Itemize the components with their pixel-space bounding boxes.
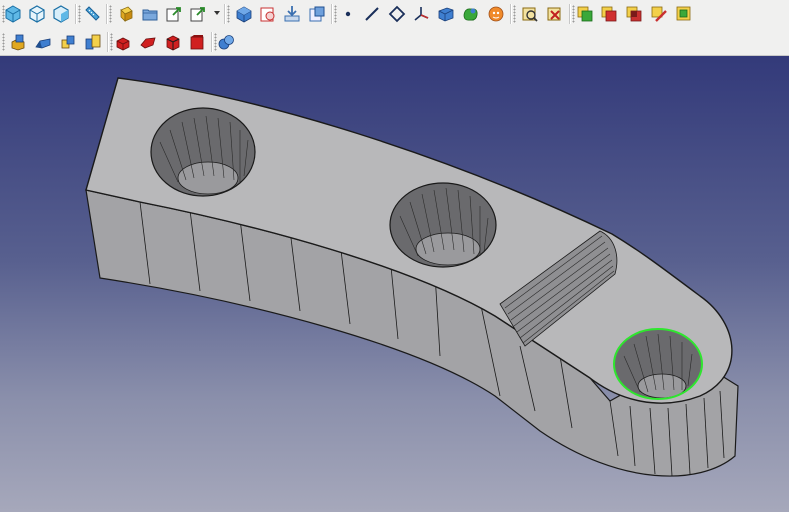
check-geometry-icon[interactable]: [520, 4, 540, 24]
open-folder-icon[interactable]: [140, 4, 160, 24]
make-face-icon[interactable]: [138, 32, 158, 52]
line-icon[interactable]: [362, 4, 382, 24]
sweep-icon[interactable]: [187, 32, 207, 52]
view-fit-all-icon[interactable]: [27, 4, 47, 24]
toolbar-area: [0, 0, 789, 56]
section-icon[interactable]: [649, 4, 669, 24]
hole-left[interactable]: [150, 107, 256, 197]
extrude-icon[interactable]: [8, 32, 28, 52]
sketch-icon[interactable]: [307, 4, 327, 24]
clear-icon[interactable]: [545, 4, 565, 24]
new-document-icon[interactable]: [115, 4, 135, 24]
cross-section-icon[interactable]: [674, 4, 694, 24]
loft-icon[interactable]: [163, 32, 183, 52]
toolbar-separator: [107, 32, 108, 52]
toolbar-grip[interactable]: [109, 5, 112, 23]
toolbar-separator: [510, 4, 511, 24]
toolbar-separator: [75, 4, 76, 24]
3d-viewport[interactable]: [0, 56, 789, 512]
toolbar-row-2: [0, 28, 789, 56]
toolbar-grip[interactable]: [334, 5, 337, 23]
send-to-icon[interactable]: [188, 4, 208, 24]
toolbar-separator: [569, 4, 570, 24]
view-isometric-icon[interactable]: [3, 4, 23, 24]
lock-icon[interactable]: [486, 4, 506, 24]
toolbar-grip[interactable]: [227, 5, 230, 23]
export-icon[interactable]: [164, 4, 184, 24]
hole-middle[interactable]: [389, 182, 497, 268]
part-design-icon[interactable]: [258, 4, 278, 24]
hole-end-selected[interactable]: [613, 328, 703, 400]
import-icon[interactable]: [282, 4, 302, 24]
mirror-icon[interactable]: [58, 32, 78, 52]
toolbar-separator: [106, 4, 107, 24]
toolbar-grip[interactable]: [78, 5, 81, 23]
face-icon[interactable]: [436, 4, 456, 24]
shape-icon[interactable]: [461, 4, 481, 24]
diamond-icon[interactable]: [387, 4, 407, 24]
toolbar-grip[interactable]: [513, 5, 516, 23]
chevron-down-icon[interactable]: [214, 11, 220, 15]
toolbar-row-1: [0, 0, 789, 28]
point-icon[interactable]: [338, 4, 358, 24]
toolbar-separator: [224, 4, 225, 24]
part-box-icon[interactable]: [234, 4, 254, 24]
compound-icon[interactable]: [216, 32, 236, 52]
fillet-icon[interactable]: [83, 32, 103, 52]
measure-icon[interactable]: [82, 4, 102, 24]
boolean-cut-icon[interactable]: [599, 4, 619, 24]
toolbar-grip[interactable]: [2, 33, 5, 51]
revolve-icon[interactable]: [33, 32, 53, 52]
3d-model-view[interactable]: [0, 56, 789, 512]
boolean-union-icon[interactable]: [575, 4, 595, 24]
toolbar-separator: [211, 32, 212, 52]
toolbar-separator: [331, 4, 332, 24]
chamfer-icon[interactable]: [113, 32, 133, 52]
boolean-common-icon[interactable]: [624, 4, 644, 24]
axis-icon[interactable]: [411, 4, 431, 24]
view-box-icon[interactable]: [51, 4, 71, 24]
